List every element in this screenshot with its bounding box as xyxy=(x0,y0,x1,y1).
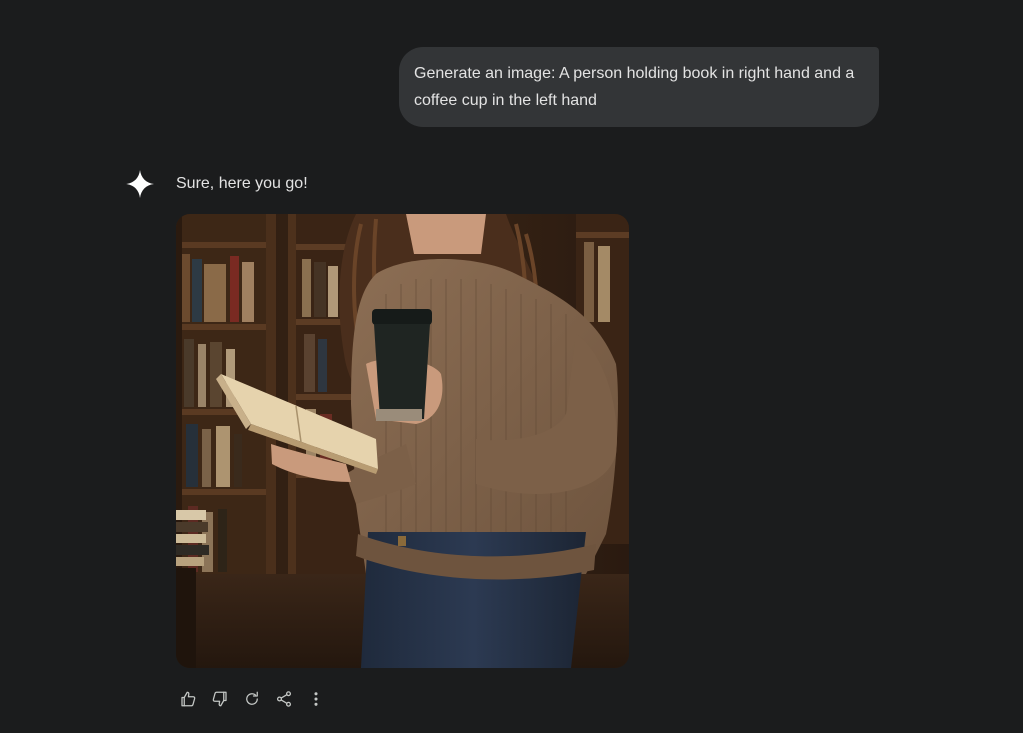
neck xyxy=(406,214,486,254)
redo-icon[interactable] xyxy=(236,686,268,712)
user-message-bubble: Generate an image: A person holding book… xyxy=(399,47,879,127)
user-message-text: Generate an image: A person holding book… xyxy=(414,65,855,109)
response-actions xyxy=(172,686,332,712)
thumbs-down-icon[interactable] xyxy=(204,686,236,712)
chat-window: Generate an image: A person holding book… xyxy=(0,0,1023,733)
generated-image[interactable] xyxy=(176,214,629,668)
assistant-reply-text: Sure, here you go! xyxy=(176,175,308,192)
coffee-cup xyxy=(372,309,432,421)
share-icon[interactable] xyxy=(268,686,300,712)
thumbs-up-icon[interactable] xyxy=(172,686,204,712)
sparkle-icon xyxy=(124,168,156,200)
jeans-button xyxy=(398,536,406,546)
more-icon[interactable] xyxy=(300,686,332,712)
